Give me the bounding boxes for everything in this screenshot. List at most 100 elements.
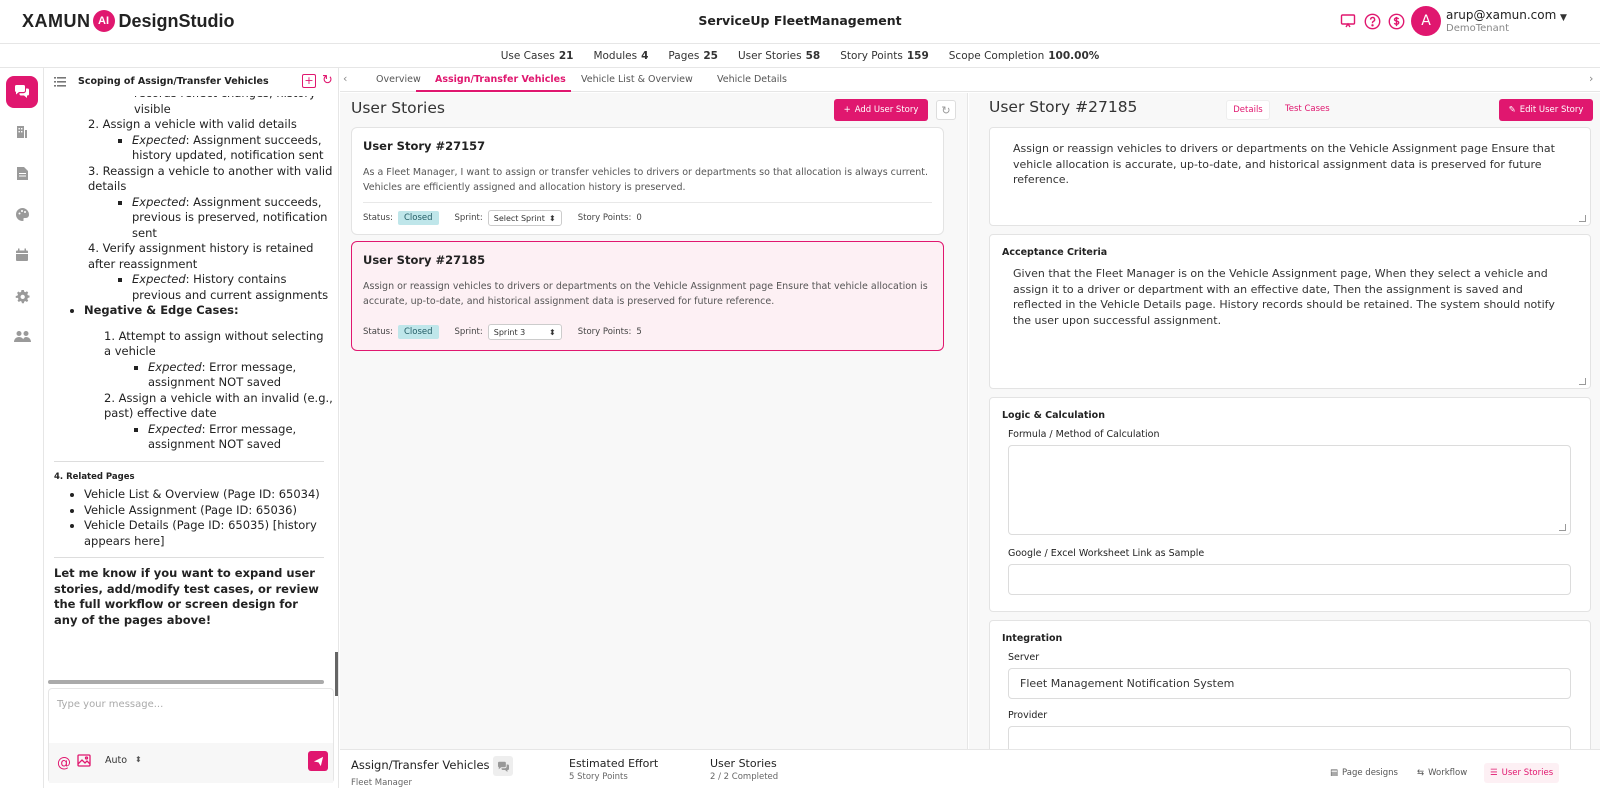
sprint-label: Sprint: bbox=[454, 327, 483, 337]
app-logo[interactable]: XAMUN AI DesignStudio bbox=[22, 10, 235, 32]
presentation-icon[interactable] bbox=[1338, 11, 1358, 31]
user-stories-title: User Stories bbox=[351, 99, 445, 117]
integration-panel: Integration Server Fleet Management Noti… bbox=[989, 620, 1591, 749]
formula-textarea[interactable] bbox=[1008, 445, 1571, 535]
new-chat-button[interactable]: + bbox=[302, 74, 316, 88]
user-email: arup@xamun.com bbox=[1446, 8, 1557, 22]
vertical-scrollbar[interactable] bbox=[335, 652, 338, 696]
test-step: 1. Attempt to assign without selecting a… bbox=[104, 329, 334, 391]
section-heading: Negative & Edge Cases: 1. Attempt to ass… bbox=[84, 303, 334, 453]
server-value: Fleet Management Notification System bbox=[1020, 677, 1235, 690]
footer-page-name: Assign/Transfer Vehicles bbox=[351, 758, 490, 772]
tab-test-cases[interactable]: Test Cases bbox=[1285, 104, 1330, 114]
stat-scope-completion: Scope Completion 100.00% bbox=[948, 49, 1100, 62]
mention-icon[interactable]: @ bbox=[57, 755, 71, 771]
chevron-updown-icon[interactable]: ⬍ bbox=[135, 755, 142, 764]
chat-icon[interactable] bbox=[493, 756, 513, 776]
test-step: 2. Assign a vehicle with valid details E… bbox=[88, 117, 334, 164]
settings-icon[interactable] bbox=[6, 280, 38, 312]
chevron-down-icon[interactable]: ▼ bbox=[1560, 13, 1567, 23]
horizontal-scrollbar[interactable] bbox=[48, 680, 324, 684]
chat-panel: Scoping of Assign/Transfer Vehicles + ↻ … bbox=[44, 68, 339, 788]
test-step: 2. Assign a vehicle with an invalid (e.g… bbox=[104, 391, 334, 453]
chat-title: Scoping of Assign/Transfer Vehicles bbox=[78, 76, 269, 87]
sprint-select[interactable]: Sprint 3 ⬍ bbox=[487, 324, 562, 340]
story-points-label: Story Points: bbox=[577, 327, 632, 337]
tab-assign-transfer-vehicles[interactable]: Assign/Transfer Vehicles bbox=[435, 74, 566, 85]
stat-use-cases: Use Cases 21 bbox=[500, 49, 574, 62]
sheet-link-input[interactable] bbox=[1008, 564, 1571, 595]
list-icon: ☰ bbox=[1490, 768, 1498, 778]
mode-select[interactable]: Auto bbox=[105, 755, 127, 766]
resize-handle[interactable] bbox=[1579, 215, 1586, 222]
document-icon[interactable] bbox=[6, 157, 38, 189]
integration-heading: Integration bbox=[1002, 633, 1063, 644]
composer-toolbar: @ Auto ⬍ bbox=[49, 743, 333, 783]
stats-bar: Use Cases 21 Modules 4 Pages 25 User Storie… bbox=[0, 44, 1600, 68]
related-page-item: Vehicle Assignment (Page ID: 65036) bbox=[84, 503, 334, 519]
palette-icon[interactable] bbox=[6, 198, 38, 230]
image-icon[interactable] bbox=[77, 754, 91, 770]
provider-input[interactable] bbox=[1008, 726, 1571, 749]
effort-label: Estimated Effort bbox=[569, 757, 659, 770]
workflow-icon: ⇆ bbox=[1417, 768, 1425, 778]
chat-icon[interactable] bbox=[6, 76, 38, 108]
page-designs-button[interactable]: ▤ Page designs bbox=[1324, 763, 1404, 783]
stat-modules: Modules 4 bbox=[593, 49, 649, 62]
chat-messages[interactable]: records reflect changes, history visible… bbox=[44, 96, 334, 676]
acceptance-field[interactable]: Given that the Fleet Manager is on the V… bbox=[1013, 266, 1573, 328]
tab-vehicle-list-overview[interactable]: Vehicle List & Overview bbox=[581, 74, 693, 85]
team-icon[interactable] bbox=[6, 320, 38, 352]
billing-icon[interactable] bbox=[1386, 11, 1406, 31]
avatar[interactable]: A bbox=[1411, 6, 1441, 36]
add-user-story-button[interactable]: + Add User Story bbox=[834, 99, 928, 121]
tab-vehicle-details[interactable]: Vehicle Details bbox=[717, 74, 787, 85]
top-bar: XAMUN AI DesignStudio ServiceUp FleetMan… bbox=[0, 0, 1600, 44]
server-label: Server bbox=[1008, 652, 1040, 663]
message-input[interactable]: Type your message... bbox=[57, 699, 163, 710]
divider bbox=[54, 557, 324, 558]
user-story-card-selected[interactable]: User Story #27185 Assign or reassign veh… bbox=[351, 241, 944, 351]
sheet-link-label: Google / Excel Worksheet Link as Sample bbox=[1008, 548, 1205, 559]
resize-handle[interactable] bbox=[1559, 524, 1566, 531]
chat-header: Scoping of Assign/Transfer Vehicles + ↻ bbox=[44, 68, 339, 96]
send-button[interactable] bbox=[308, 751, 328, 771]
status-label: Status: bbox=[363, 327, 393, 337]
detail-title: User Story #27185 bbox=[989, 98, 1138, 116]
user-story-card[interactable]: User Story #27157 As a Fleet Manager, I … bbox=[351, 127, 944, 235]
building-icon[interactable] bbox=[6, 116, 38, 148]
related-page-item: Vehicle List & Overview (Page ID: 65034) bbox=[84, 487, 334, 503]
document-icon: ▤ bbox=[1330, 768, 1339, 778]
user-stories-button[interactable]: ☰ User Stories bbox=[1484, 763, 1560, 783]
user-stories-panel: User Stories + Add User Story ↻ User Stor… bbox=[340, 93, 968, 749]
calendar-icon[interactable] bbox=[6, 239, 38, 271]
story-meta: Status: Closed Sprint: Select Sprint ⬍ St… bbox=[363, 210, 642, 226]
plus-icon: + bbox=[843, 105, 851, 115]
edit-user-story-button[interactable]: ✎ Edit User Story bbox=[1499, 99, 1593, 121]
provider-label: Provider bbox=[1008, 710, 1048, 721]
test-step: 3. Reassign a vehicle to another with va… bbox=[88, 164, 334, 242]
refresh-icon[interactable]: ↻ bbox=[322, 73, 333, 88]
story-points-value: 5 bbox=[636, 327, 642, 337]
chat-composer: Type your message... @ Auto ⬍ bbox=[48, 688, 334, 783]
chevron-left-icon[interactable]: ‹ bbox=[343, 72, 347, 85]
refresh-icon[interactable]: ↻ bbox=[936, 100, 956, 120]
list-icon[interactable] bbox=[54, 76, 66, 90]
formula-label: Formula / Method of Calculation bbox=[1008, 429, 1160, 440]
help-icon[interactable] bbox=[1362, 11, 1382, 31]
resize-handle[interactable] bbox=[1579, 378, 1586, 385]
tab-details[interactable]: Details bbox=[1226, 100, 1270, 120]
story-points-value: 0 bbox=[636, 213, 642, 223]
story-title: User Story #27185 bbox=[363, 253, 486, 267]
stories-label: User Stories bbox=[710, 757, 777, 770]
left-rail bbox=[0, 68, 44, 788]
description-field[interactable]: Assign or reassign vehicles to drivers o… bbox=[1013, 141, 1573, 188]
workflow-button[interactable]: ⇆ Workflow bbox=[1411, 763, 1473, 783]
sprint-label: Sprint: bbox=[454, 213, 483, 223]
tab-overview[interactable]: Overview bbox=[376, 74, 421, 85]
server-input[interactable]: Fleet Management Notification System bbox=[1008, 668, 1571, 699]
sprint-select[interactable]: Select Sprint ⬍ bbox=[487, 210, 562, 226]
chevron-right-icon[interactable]: › bbox=[1589, 72, 1593, 85]
acceptance-panel: Acceptance Criteria Given that the Fleet… bbox=[989, 234, 1591, 389]
logic-panel: Logic & Calculation Formula / Method of … bbox=[989, 397, 1591, 612]
